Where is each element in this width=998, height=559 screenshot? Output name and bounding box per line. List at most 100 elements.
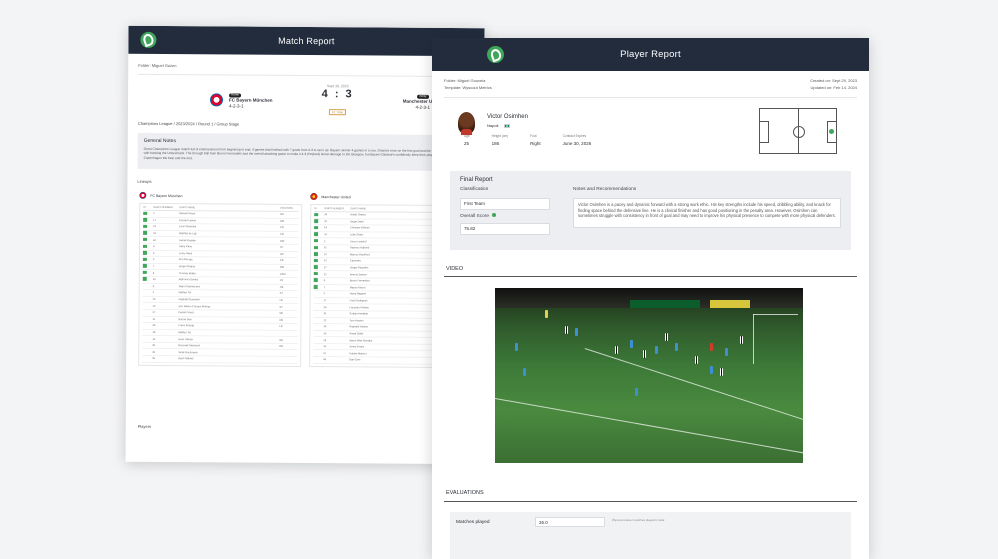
starter-cell [314,225,324,231]
shirt-number-cell: 17 [153,218,157,222]
position-cell: RB [279,344,283,349]
table-row[interactable]: 45 Ryan Gabriel [142,355,298,364]
checkbox-icon[interactable] [142,244,147,248]
checkbox-icon[interactable] [142,270,147,275]
stat-value: Right [530,141,541,146]
shirt-number-cell: 23 [324,233,327,237]
stat-height: Height (cm) 186 [492,134,508,146]
checkbox-icon[interactable] [313,245,318,250]
checkbox-icon[interactable] [142,277,147,281]
shirt-number-cell: 23 [152,350,156,354]
checkbox-icon[interactable] [142,264,147,268]
matches-played-hint: Wyscout career matches played in total [612,518,665,522]
position-cell: CB [279,259,284,263]
app-logo-icon[interactable] [140,31,157,48]
video-pitch-line [495,398,803,455]
evaluations-section-label: EVALUATIONS [446,490,484,496]
starter-cell [313,252,324,257]
overall-score-field[interactable]: 75.82 [460,223,550,235]
shirt-name-cell: Daniel Peretz [178,311,195,315]
folder-label: Folder: Miguel Gouveia [444,78,486,83]
shirt-number-cell: 37 [323,351,327,355]
player-report-window: Player Report Folder: Miguel Gouveia Tem… [432,38,869,559]
shirt-name-cell: Leon Goretzka [179,225,197,229]
checkbox-icon[interactable] [314,219,318,223]
player-position-marker [829,129,834,134]
shirt-number-cell: 31 [323,312,327,316]
created-date: Created on: Sept 29, 2023 [810,78,857,83]
shirt-number-cell: 42 [153,238,156,242]
starter-cell [143,231,153,236]
position-cell: DM [280,219,285,223]
video-player-figure [710,366,713,374]
stat-value: 186 [491,141,500,146]
starter-cell [143,237,153,243]
notes-label: Notes and Recommendations [573,187,637,192]
home-formation: 4-2-3-1 [228,103,244,109]
info-icon[interactable] [492,213,497,217]
stat-label: Age [464,134,470,138]
checkbox-icon[interactable] [314,212,318,217]
checkbox-icon[interactable] [142,257,147,262]
position-cell: LW [279,252,284,256]
shirt-number-cell: 4 [152,284,155,288]
checkbox-icon[interactable] [143,218,147,222]
checkbox-icon[interactable] [143,237,147,242]
match-teams: Home FC Bayern München 4-2-3-1 Sept 30, … [128,81,484,117]
starter-cell [313,278,324,284]
folder-label: Folder: Miguel Guzen [138,62,177,69]
starter-cell [314,212,324,218]
starter-cell [314,232,324,237]
home-lineup-rows: 1 Manuel Neuer GK 17 Konrad Laimer DM 22 Leon G… [142,210,299,364]
shirt-name-cell: Frans Krätzig [178,324,194,328]
shirt-number-cell: 6 [152,251,155,255]
shirt-name-cell: Sven Ulreich [178,337,194,341]
position-cell: CB [279,285,284,289]
checkbox-icon[interactable] [142,250,147,255]
checkbox-icon[interactable] [143,231,147,235]
divider [138,73,475,78]
general-notes-panel: General Notes Great Champions League mat… [137,132,474,172]
shirt-number-cell: 43 [323,358,327,362]
notes-textarea[interactable]: Victor Osimhen is a pacey and dynamic fo… [573,198,841,228]
starter-cell [142,270,153,276]
general-notes-text[interactable]: Great Champions League match full of ent… [144,147,468,162]
starter-cell [142,264,153,269]
match-score: 4 : 3 [321,88,354,101]
video-player-figure [575,328,578,336]
checkbox-icon[interactable] [313,271,318,276]
position-cell: ST [279,305,283,309]
checkbox-icon[interactable] [143,211,147,215]
general-notes-heading: General Notes [143,137,176,145]
video-player-figure [675,343,678,351]
checkbox-icon[interactable] [313,258,318,263]
col-shirt-number: SHIRT NUMBER [153,205,173,210]
app-logo-icon[interactable] [487,46,504,63]
match-report-title: Match Report [278,35,335,47]
player-report-header: Player Report [432,38,869,71]
matches-played-field[interactable]: 26.0 [535,517,605,527]
checkbox-icon[interactable] [313,285,318,289]
checkbox-icon[interactable] [313,278,318,283]
home-lineup: FC Bayern München XI SHIRT NUMBER SHIRT … [138,191,303,367]
video-divider [444,276,857,277]
pitch-center-circle [793,126,805,138]
shirt-name-cell: Matthijs de Ligt [179,232,197,236]
checkbox-icon[interactable] [143,224,147,229]
checkbox-icon[interactable] [313,265,318,269]
video-board [630,300,700,308]
checkbox-icon[interactable] [314,232,318,236]
video-player-figure [655,346,658,354]
checkbox-icon[interactable] [314,225,318,230]
stat-value: June 30, 2026 [562,141,592,146]
position-cell: RW [280,239,285,243]
starter-cell [143,218,153,223]
checkbox-icon[interactable] [313,252,318,256]
video-player[interactable] [495,288,803,463]
classification-field[interactable]: First Team [460,198,550,210]
starter-cell [143,224,153,230]
shirt-number-cell: 18 [152,330,156,334]
checkbox-icon[interactable] [314,238,318,243]
starter-cell [314,219,324,224]
shirt-name-cell: Harry Kane [178,245,193,249]
